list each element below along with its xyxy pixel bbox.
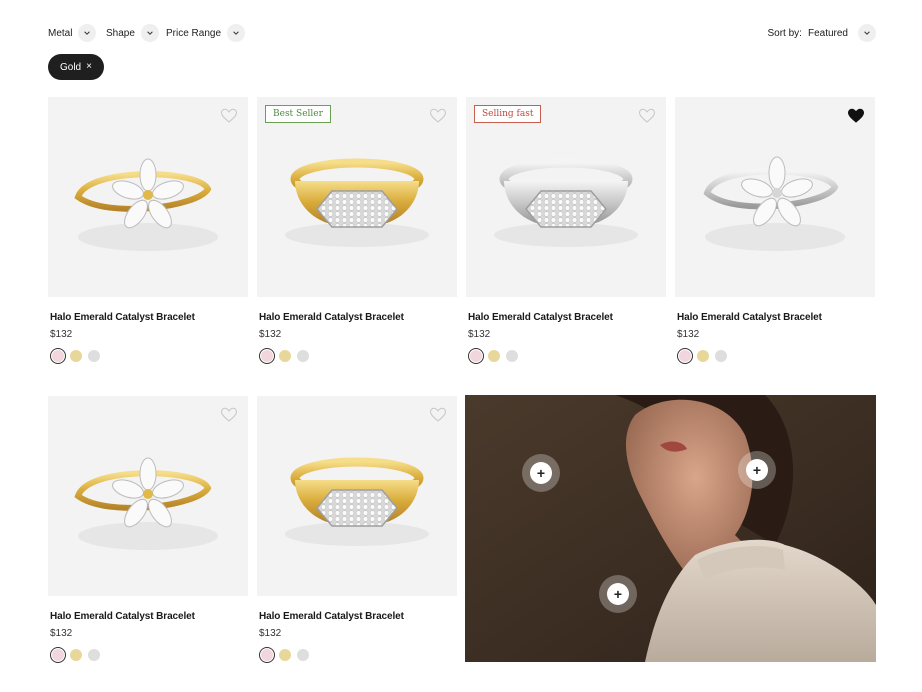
hotspot-necklace[interactable]: + xyxy=(599,575,637,613)
filter-price-range-label: Price Range xyxy=(166,27,222,39)
swatch-group xyxy=(257,649,457,661)
flower-ring-gold-image xyxy=(74,457,218,550)
heart-icon[interactable] xyxy=(220,107,238,125)
product-card[interactable]: Halo Emerald Catalyst Bracelet $132 xyxy=(48,97,248,362)
chevron-down-icon[interactable] xyxy=(140,24,159,42)
product-price: $132 xyxy=(50,628,73,639)
product-image[interactable] xyxy=(48,97,248,297)
product-title[interactable]: Halo Emerald Catalyst Bracelet xyxy=(257,312,457,323)
product-price: $132 xyxy=(50,329,73,340)
best-seller-badge: Best Seller xyxy=(265,105,331,123)
hotspot-earring[interactable]: + xyxy=(522,454,560,492)
product-title[interactable]: Halo Emerald Catalyst Bracelet xyxy=(48,312,248,323)
plus-icon[interactable]: + xyxy=(746,459,768,481)
chevron-down-icon[interactable] xyxy=(78,24,97,42)
swatch-yellow[interactable] xyxy=(70,350,82,362)
swatch-group xyxy=(675,350,875,362)
flower-ring-silver-image xyxy=(703,156,845,251)
swatch-group xyxy=(48,350,248,362)
model-photo-illustration xyxy=(465,395,876,662)
heart-icon[interactable] xyxy=(220,406,238,424)
swatch-rose[interactable] xyxy=(470,350,482,362)
sort-label: Sort by: xyxy=(767,27,802,39)
product-card[interactable]: Selling fast Halo Emerald Catalyst Brace… xyxy=(466,97,666,362)
product-image[interactable] xyxy=(675,97,875,297)
editorial-model-image: + + + xyxy=(465,395,876,662)
swatch-white[interactable] xyxy=(88,649,100,661)
active-filter-chip[interactable]: Gold × xyxy=(48,54,104,80)
heart-icon[interactable] xyxy=(429,406,447,424)
product-price: $132 xyxy=(468,329,491,340)
product-title[interactable]: Halo Emerald Catalyst Bracelet xyxy=(675,312,875,323)
product-card[interactable]: Halo Emerald Catalyst Bracelet $132 xyxy=(675,97,875,362)
swatch-white[interactable] xyxy=(88,350,100,362)
swatch-white[interactable] xyxy=(297,350,309,362)
product-image[interactable] xyxy=(257,396,457,596)
swatch-rose[interactable] xyxy=(261,649,273,661)
swatch-yellow[interactable] xyxy=(279,649,291,661)
close-icon[interactable]: × xyxy=(86,62,92,72)
product-card[interactable]: Best Seller Halo Emerald Catalyst Bracel… xyxy=(257,97,457,362)
hotspot-ear[interactable]: + xyxy=(738,451,776,489)
swatch-rose[interactable] xyxy=(679,350,691,362)
product-image[interactable]: Selling fast xyxy=(466,97,666,297)
swatch-yellow[interactable] xyxy=(70,649,82,661)
filter-metal-label: Metal xyxy=(48,27,73,39)
sort-dropdown[interactable]: Sort by: Featured xyxy=(767,24,876,42)
swatch-yellow[interactable] xyxy=(279,350,291,362)
plus-icon[interactable]: + xyxy=(530,462,552,484)
swatch-group xyxy=(466,350,666,362)
signet-ring-silver-image xyxy=(494,158,638,247)
sort-value: Featured xyxy=(807,27,848,39)
product-title[interactable]: Halo Emerald Catalyst Bracelet xyxy=(466,312,666,323)
swatch-white[interactable] xyxy=(506,350,518,362)
signet-ring-gold-image xyxy=(285,158,429,247)
selling-fast-badge: Selling fast xyxy=(474,105,542,123)
swatch-yellow[interactable] xyxy=(488,350,500,362)
chevron-down-icon[interactable] xyxy=(227,24,246,42)
swatch-rose[interactable] xyxy=(261,350,273,362)
product-price: $132 xyxy=(259,329,282,340)
product-price: $132 xyxy=(259,628,282,639)
swatch-white[interactable] xyxy=(715,350,727,362)
product-price: $132 xyxy=(677,329,700,340)
filter-metal[interactable]: Metal xyxy=(48,24,97,42)
swatch-rose[interactable] xyxy=(52,350,64,362)
swatch-rose[interactable] xyxy=(52,649,64,661)
heart-icon[interactable] xyxy=(429,107,447,125)
filter-price-range[interactable]: Price Range xyxy=(166,24,246,42)
product-card[interactable]: Halo Emerald Catalyst Bracelet $132 xyxy=(257,396,457,661)
heart-icon[interactable] xyxy=(638,107,656,125)
product-image[interactable]: Best Seller xyxy=(257,97,457,297)
product-card[interactable]: Halo Emerald Catalyst Bracelet $132 xyxy=(48,396,248,661)
product-image[interactable] xyxy=(48,396,248,596)
chevron-down-icon[interactable] xyxy=(858,24,876,42)
flower-ring-gold-image xyxy=(74,158,218,251)
product-title[interactable]: Halo Emerald Catalyst Bracelet xyxy=(257,611,457,622)
chip-label: Gold xyxy=(60,61,82,73)
signet-ring-gold-image xyxy=(285,457,429,546)
heart-filled-icon[interactable] xyxy=(847,107,865,125)
swatch-group xyxy=(48,649,248,661)
filter-shape[interactable]: Shape xyxy=(106,24,159,42)
filter-shape-label: Shape xyxy=(106,27,135,39)
swatch-white[interactable] xyxy=(297,649,309,661)
product-title[interactable]: Halo Emerald Catalyst Bracelet xyxy=(48,611,248,622)
plus-icon[interactable]: + xyxy=(607,583,629,605)
swatch-yellow[interactable] xyxy=(697,350,709,362)
swatch-group xyxy=(257,350,457,362)
